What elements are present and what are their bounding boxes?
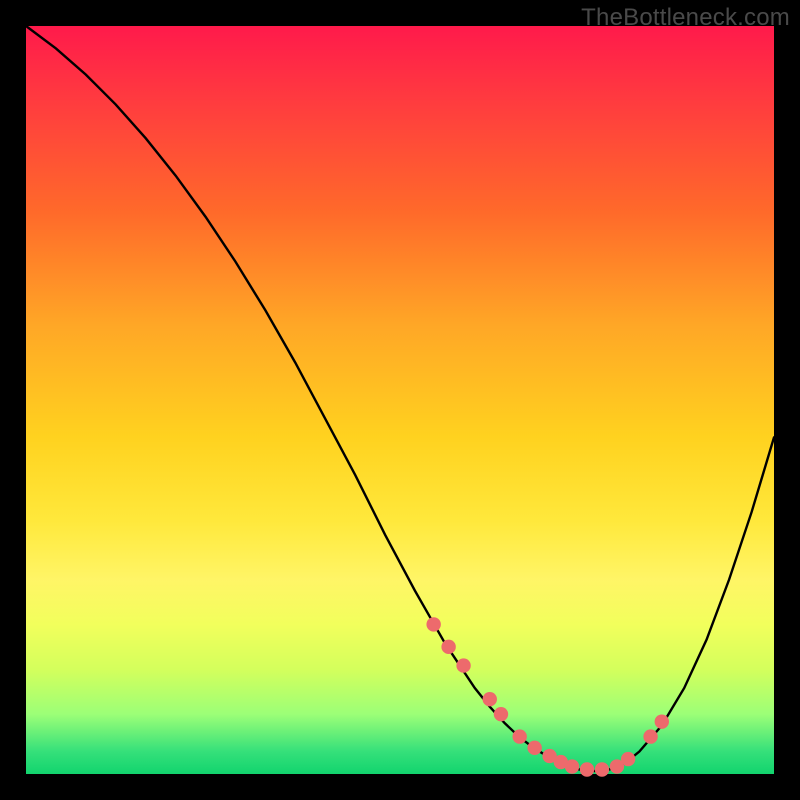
marker-dot: [426, 617, 440, 631]
chart-plot-area: [26, 26, 774, 774]
marker-dot: [512, 729, 526, 743]
watermark-text: TheBottleneck.com: [581, 4, 790, 32]
marker-dot: [655, 714, 669, 728]
chart-frame: TheBottleneck.com: [0, 0, 800, 800]
chart-svg: [26, 26, 774, 774]
marker-dot: [621, 752, 635, 766]
marker-dot: [494, 707, 508, 721]
highlight-markers: [426, 617, 669, 777]
marker-dot: [483, 692, 497, 706]
marker-dot: [565, 759, 579, 773]
bottleneck-curve: [26, 26, 774, 771]
marker-dot: [441, 640, 455, 654]
marker-dot: [643, 729, 657, 743]
marker-dot: [580, 762, 594, 776]
marker-dot: [595, 762, 609, 776]
marker-dot: [456, 658, 470, 672]
marker-dot: [527, 741, 541, 755]
